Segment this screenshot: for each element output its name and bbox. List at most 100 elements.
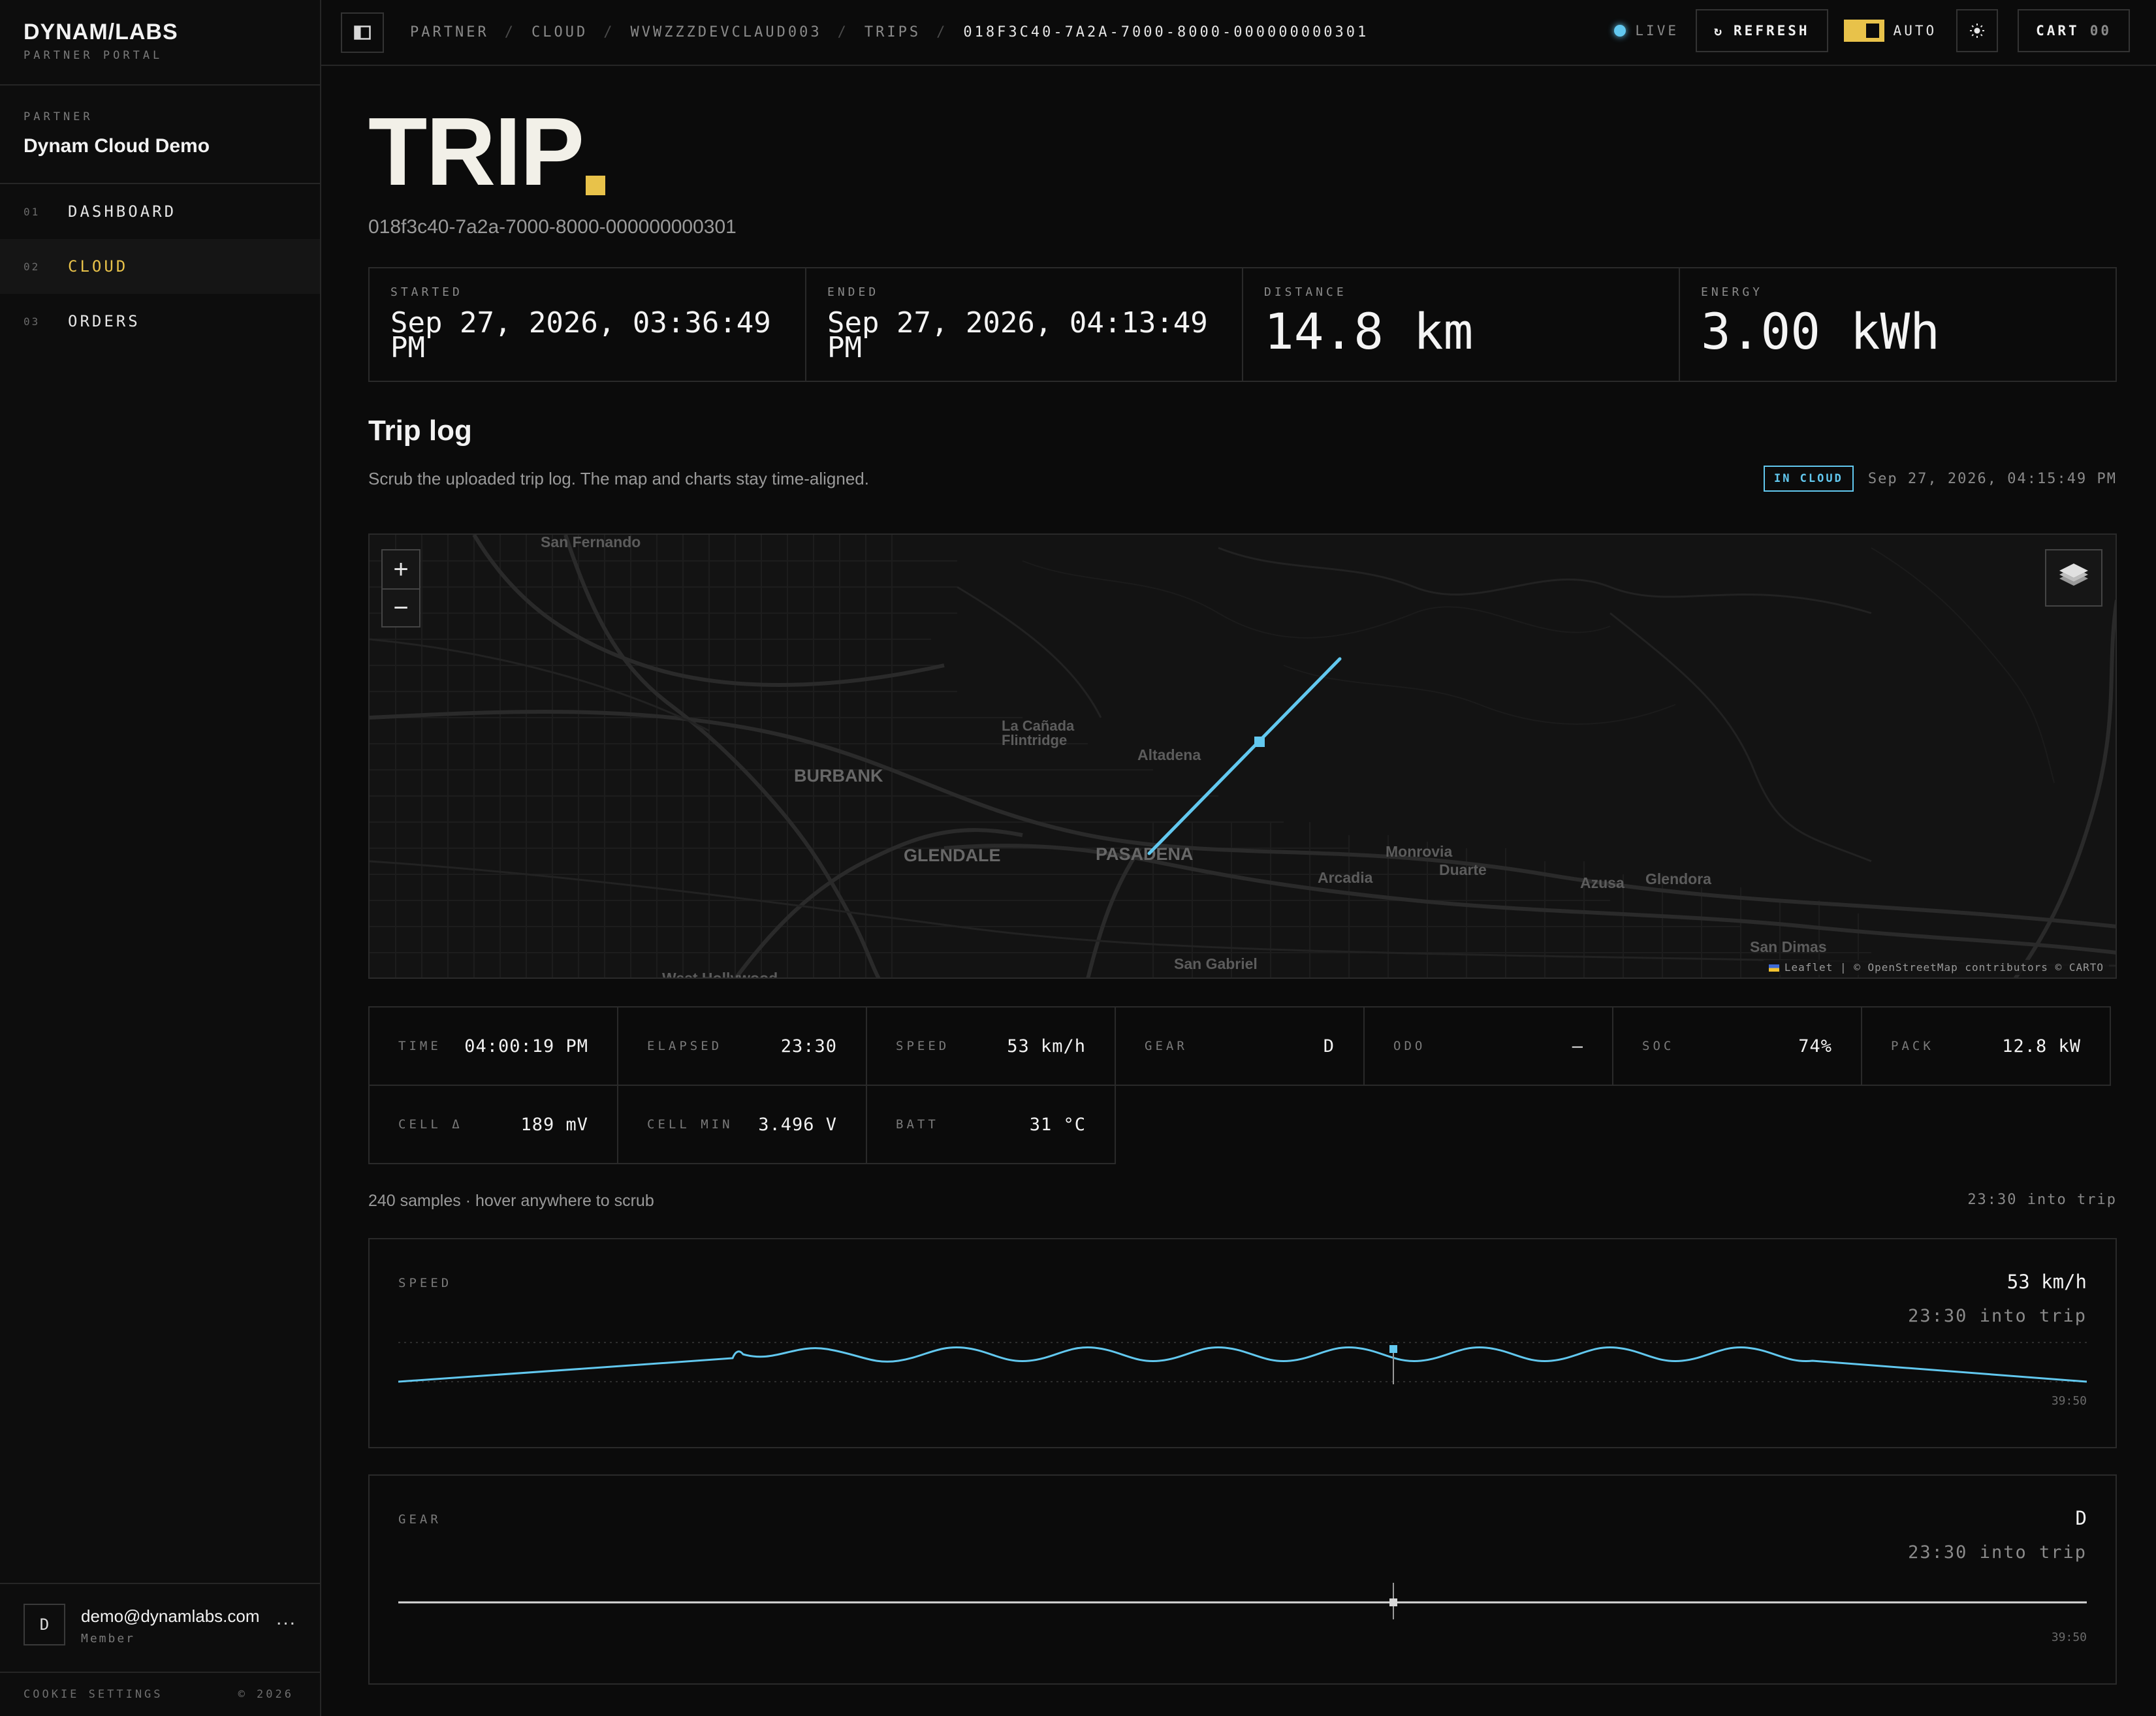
zoom-out-button[interactable]: − [383,588,419,626]
trip-log-description: Scrub the uploaded trip log. The map and… [368,468,869,488]
sidebar-toggle-button[interactable] [341,12,384,53]
refresh-label: REFRESH [1734,23,1810,39]
route-position-marker [1254,737,1265,747]
page-title: TRIP [368,104,2117,200]
speed-series-line [398,1346,2087,1383]
breadcrumb-vehicle[interactable]: WVWZZZDEVCLAUD003 [630,24,821,40]
zoom-control: + − [381,549,420,628]
readout-value: 3.496 V [758,1114,837,1135]
title-accent-dot [586,176,606,195]
readout-label: CELL Δ [398,1117,463,1132]
gear-chart[interactable]: GEAR D 23:30 into trip 39:50 [368,1474,2117,1685]
sidebar-item-number: 01 [24,205,40,218]
sun-icon [1970,24,1985,38]
readout-label: PACK [1891,1039,1934,1053]
stat-value: 14.8 km [1264,302,1474,360]
readout-label: CELL MIN [647,1117,733,1132]
readout-pack: PACK 12.8 kW [1861,1006,2111,1086]
cart-count: 00 [2089,23,2112,39]
topbar: PARTNER / CLOUD / WVWZZZDEVCLAUD003 / TR… [321,0,2156,66]
readout-value: D [1323,1036,1335,1057]
auto-refresh-toggle[interactable] [1843,20,1884,42]
readout-label: TIME [398,1039,441,1053]
readout-odo: ODO — [1363,1006,1613,1086]
readout-row: TIME 04:00:19 PM ELAPSED 23:30 SPEED 53 km/… [368,1006,2117,1086]
sidebar-footer: COOKIE SETTINGS © 2026 [0,1672,320,1716]
toggle-knob [1865,24,1879,38]
trip-log-meta: IN CLOUD Sep 27, 2026, 04:15:49 PM [1763,466,2117,492]
breadcrumb-partner[interactable]: PARTNER [410,24,489,40]
layers-icon [2059,564,2088,586]
trip-route [1147,657,1342,855]
stat-label: STARTED [390,285,463,299]
sidebar-item-label: ORDERS [68,312,140,330]
readout-gear: GEAR D [1115,1006,1365,1086]
readout-time: TIME 04:00:19 PM [368,1006,618,1086]
stat-value: Sep 27, 2026, 04:13:49 PM [827,306,1208,364]
more-options-icon[interactable]: ... [276,1608,296,1630]
readout-cell-min: CELL MIN 3.496 V [617,1085,867,1164]
layers-button[interactable] [2045,549,2102,607]
readout-cell-delta: CELL Δ 189 mV [368,1085,618,1164]
scrub-position: 23:30 into trip [1967,1192,2117,1208]
map-attribution-text[interactable]: Leaflet | © OpenStreetMap contributors ©… [1784,961,2104,974]
auto-label: AUTO [1893,23,1937,39]
sidebar-item-dashboard[interactable]: 01 DASHBOARD [0,184,320,239]
sidebar-item-cloud[interactable]: 02 CLOUD [0,239,320,294]
copyright: © 2026 [238,1688,294,1701]
live-label: LIVE [1635,23,1679,39]
gear-chart-plot [398,1583,2087,1619]
breadcrumb: PARTNER / CLOUD / WVWZZZDEVCLAUD003 / TR… [410,24,1369,40]
readout-value: 12.8 kW [2002,1036,2081,1057]
zoom-in-button[interactable]: + [383,550,419,588]
sidebar-nav: 01 DASHBOARD 02 CLOUD 03 ORDERS [0,184,320,349]
map-attribution: Leaflet | © OpenStreetMap contributors ©… [1763,960,2109,975]
speed-chart[interactable]: SPEED 53 km/h 23:30 into trip 39:50 [368,1238,2117,1448]
cookie-settings-link[interactable]: COOKIE SETTINGS [24,1688,163,1701]
stat-value: 3.00 kWh [1701,302,1941,360]
samples-row: 240 samples · hover anywhere to scrub 23… [368,1192,2117,1211]
status-badge: IN CLOUD [1763,466,1854,492]
readout-value: 04:00:19 PM [464,1036,588,1057]
readout-value: 31 °C [1029,1114,1086,1135]
readout-value: 189 mV [520,1114,588,1135]
sidebar: DYNAM/LABS PARTNER PORTAL PARTNER Dynam … [0,0,321,1716]
readout-label: ELAPSED [647,1039,723,1053]
stat-started: STARTED Sep 27, 2026, 03:36:49 PM [370,268,806,381]
user-email: demo@dynamlabs.com [81,1606,260,1626]
breadcrumb-trips[interactable]: TRIPS [864,24,921,40]
theme-toggle-button[interactable] [1956,9,1999,52]
chart-label: SPEED [398,1276,452,1290]
readout-label: SOC [1642,1039,1675,1053]
chart-end-time: 39:50 [2051,1394,2087,1408]
samples-hint: 240 samples · hover anywhere to scrub [368,1192,654,1210]
sidebar-item-number: 03 [24,315,40,328]
breadcrumb-separator: / [504,24,516,40]
user-info: demo@dynamlabs.com Member [81,1604,276,1645]
trip-summary: STARTED Sep 27, 2026, 03:36:49 PM ENDED … [368,267,2117,382]
breadcrumb-current-trip: 018F3C40-7A2A-7000-8000-000000000301 [963,24,1369,40]
trip-map[interactable]: San Fernando La Cañada Flintridge Altade… [368,533,2117,979]
sidebar-item-label: DASHBOARD [68,202,177,221]
cart-button[interactable]: CART 00 [2018,9,2130,52]
stat-distance: DISTANCE 14.8 km [1243,268,1680,381]
brand: DYNAM/LABS PARTNER PORTAL [0,0,320,86]
sidebar-item-label: CLOUD [68,257,129,276]
breadcrumb-cloud[interactable]: CLOUD [531,24,588,40]
readout-value: 23:30 [780,1036,837,1057]
chart-end-time: 39:50 [2051,1630,2087,1644]
sidebar-item-orders[interactable]: 03 ORDERS [0,294,320,349]
readout-row: CELL Δ 189 mV CELL MIN 3.496 V BATT 31 °C [368,1085,2117,1164]
stat-value: Sep 27, 2026, 03:36:49 PM [390,306,771,364]
refresh-button[interactable]: ↻ REFRESH [1695,9,1828,52]
main-content: TRIP 018f3c40-7a2a-7000-8000-00000000030… [368,66,2117,1685]
readout-label: GEAR [1145,1039,1188,1053]
sidebar-item-number: 02 [24,260,40,273]
user-menu[interactable]: D demo@dynamlabs.com Member ... [0,1583,320,1672]
route-line [1147,657,1342,855]
sidebar-toggle-icon [354,25,371,40]
brand-logo[interactable]: DYNAM/LABS [24,20,296,45]
speed-chart-plot [398,1342,2087,1384]
avatar: D [24,1604,65,1645]
scrub-cursor-marker [1389,1598,1397,1606]
